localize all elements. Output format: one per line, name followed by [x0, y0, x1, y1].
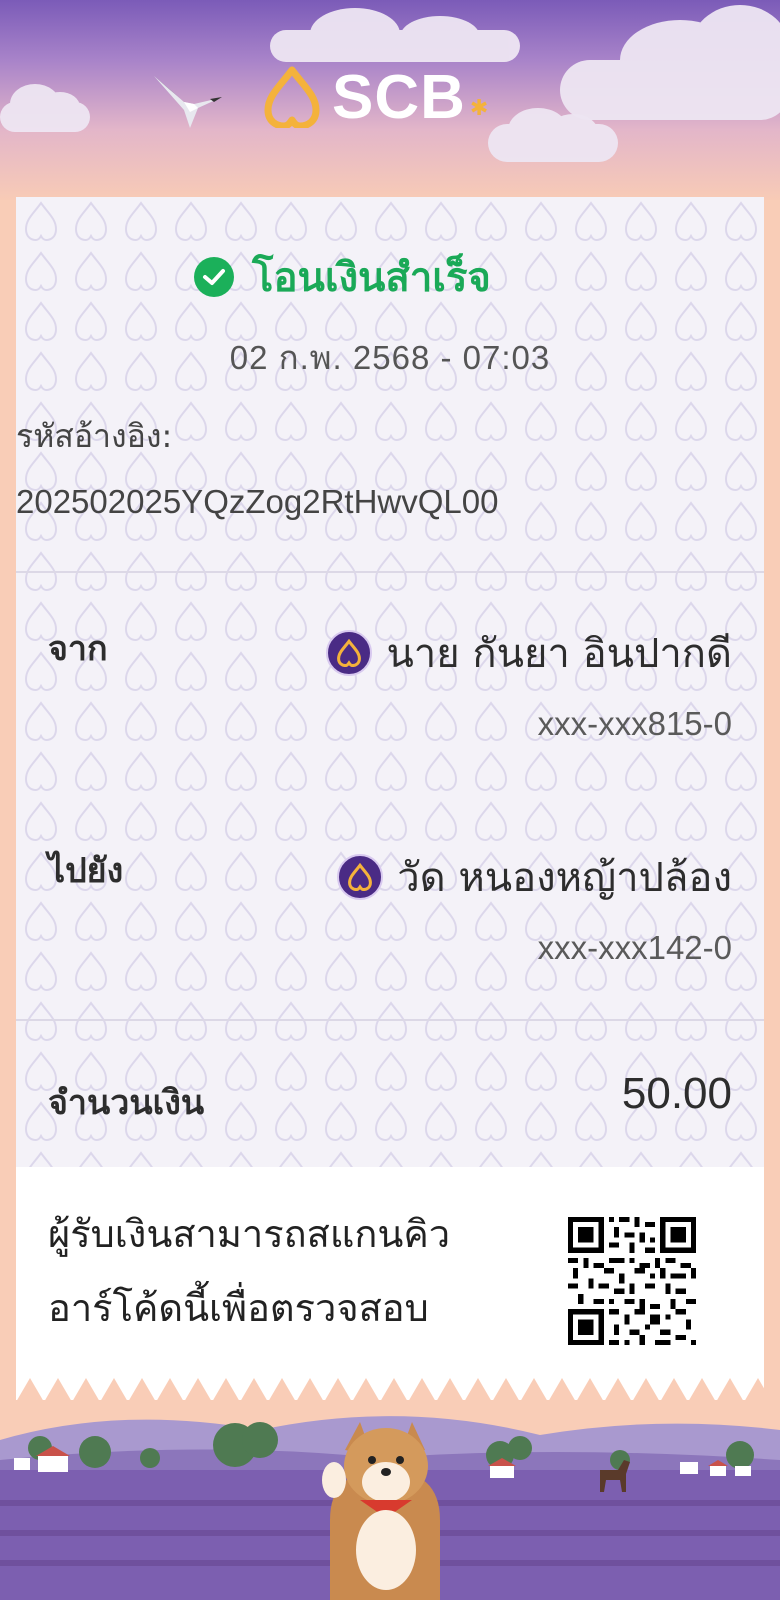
amount-value: 50.00 — [621, 1069, 732, 1118]
brand-name: SCB — [332, 62, 466, 132]
reference-number[interactable]: 202502025YQzZog2RtHwvQL00 — [16, 483, 498, 521]
status-text: โอนเงินสำเร็จ — [252, 256, 491, 300]
verify-line-2: อาร์โค้ดนี้เพื่อตรวจสอบ — [48, 1286, 429, 1330]
transfer-status: โอนเงินสำเร็จ — [194, 245, 491, 309]
cloud-decoration — [270, 8, 520, 62]
bird-illustration — [154, 76, 222, 128]
verify-section: ผู้รับเงินสามารถสแกนคิว อาร์โค้ดนี้เพื่อ… — [16, 1167, 764, 1402]
recipient-name: วัด หนองหญ้าปล้อง — [397, 855, 732, 901]
recipient: วัด หนองหญ้าปล้อง — [337, 845, 732, 909]
divider — [16, 571, 764, 573]
cloud-decoration — [0, 84, 90, 132]
sender-name: นาย กันยา อินปากดี — [386, 631, 732, 677]
transfer-receipt: โอนเงินสำเร็จ 02 ก.พ. 2568 - 07:03 รหัสอ… — [16, 197, 764, 1402]
qr-code[interactable] — [568, 1217, 696, 1345]
divider — [16, 1019, 764, 1021]
recipient-account: xxx-xxx142-0 — [537, 929, 732, 966]
receipt-torn-edge — [16, 1378, 764, 1402]
scb-bank-icon — [337, 854, 384, 900]
header-banner: SCB ✱ — [0, 0, 780, 200]
amount-label: จำนวนเงิน — [48, 1083, 205, 1123]
sender: นาย กันยา อินปากดี — [326, 621, 732, 685]
cloud-decoration — [488, 108, 618, 162]
scb-logo-icon — [264, 66, 320, 128]
scb-bank-icon — [326, 630, 373, 676]
reference-label: รหัสอ้างอิง: — [16, 417, 173, 455]
from-label: จาก — [48, 629, 108, 669]
verify-line-1: ผู้รับเงินสามารถสแกนคิว — [48, 1212, 451, 1256]
transaction-datetime: 02 ก.พ. 2568 - 07:03 — [229, 339, 551, 376]
landscape-illustration — [0, 1400, 780, 1600]
cloud-decoration — [560, 5, 780, 120]
check-circle-icon — [194, 257, 234, 297]
sparkle-icon: ✱ — [469, 95, 489, 121]
verify-instructions: ผู้รับเงินสามารถสแกนคิว อาร์โค้ดนี้เพื่อ… — [48, 1197, 518, 1345]
to-label: ไปยัง — [48, 851, 124, 891]
sender-account: xxx-xxx815-0 — [537, 705, 732, 742]
scb-logo: SCB ✱ — [262, 62, 488, 132]
